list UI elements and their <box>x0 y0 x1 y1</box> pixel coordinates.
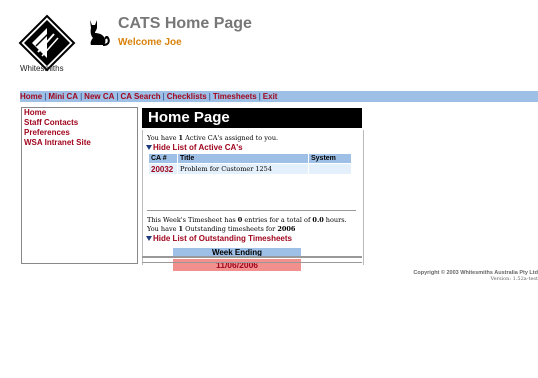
main-heading: Home Page <box>142 108 362 128</box>
table-header-row: CA # Title System <box>149 154 351 163</box>
nav-checklists[interactable]: Checklists <box>167 92 207 101</box>
home-panel: You have 1 Active CA's assigned to you. … <box>142 130 364 271</box>
logo-text: Whitesmiths <box>20 64 64 73</box>
active-ca-summary: You have 1 Active CA's assigned to you. <box>147 134 279 142</box>
sidebar-item-preferences[interactable]: Preferences <box>22 128 137 138</box>
col-ca-number: CA # <box>149 154 177 163</box>
outstanding-summary: You have 1 Outstanding timesheets for 20… <box>147 225 296 233</box>
nav-new-ca[interactable]: New CA <box>84 92 114 101</box>
page-title: CATS Home Page <box>118 15 252 32</box>
sidebar-item-staff-contacts[interactable]: Staff Contacts <box>22 118 137 128</box>
footer: Copyright © 2003 Whitesmiths Australia P… <box>413 270 538 282</box>
sidebar-item-wsa-intranet[interactable]: WSA Intranet Site <box>22 138 137 148</box>
active-ca-table: CA # Title System 20032 Problem for Cust… <box>148 153 352 175</box>
table-row: 20032 Problem for Customer 1254 <box>149 164 351 174</box>
sidebar-item-home[interactable]: Home <box>22 108 137 118</box>
hide-outstanding-toggle[interactable]: Hide List of Outstanding Timesheets <box>146 234 292 243</box>
main-content: Home Page You have 1 Active CA's assigne… <box>142 108 538 271</box>
version-text: Version: 1.52a-test <box>490 276 538 282</box>
top-nav-bar: Home | Mini CA | New CA | CA Search | Checklists… <box>20 91 538 102</box>
col-system: System <box>309 154 351 163</box>
divider <box>147 210 356 211</box>
cat-icon <box>90 20 110 46</box>
panel-bottom-border <box>142 256 362 263</box>
nav-home[interactable]: Home <box>20 92 42 101</box>
sidebar: Home Staff Contacts Preferences WSA Intr… <box>21 107 138 264</box>
ca-system <box>309 164 351 174</box>
col-title: Title <box>178 154 308 163</box>
nav-ca-search[interactable]: CA Search <box>120 92 160 101</box>
triangle-down-icon <box>146 236 152 242</box>
nav-exit[interactable]: Exit <box>263 92 278 101</box>
nav-timesheets[interactable]: Timesheets <box>213 92 257 101</box>
welcome-message: Welcome Joe <box>118 37 182 48</box>
hide-active-ca-toggle[interactable]: Hide List of Active CA's <box>146 143 243 152</box>
timesheet-summary: This Week's Timesheet has 0 entries for … <box>147 216 347 224</box>
ca-title: Problem for Customer 1254 <box>178 164 308 174</box>
triangle-down-icon <box>146 145 152 151</box>
nav-mini-ca[interactable]: Mini CA <box>48 92 78 101</box>
ca-number-link[interactable]: 20032 <box>149 164 177 174</box>
